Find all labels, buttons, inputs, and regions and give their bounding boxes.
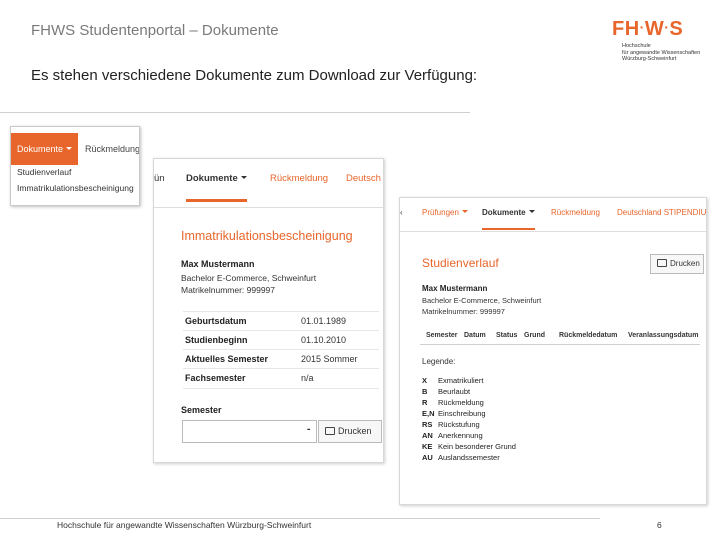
legend-item: RS Rückstufung (422, 420, 480, 429)
nav-item-pruefungen[interactable]: Prüfungen (422, 198, 468, 228)
student-matrikel: Matrikelnummer: 999997 (181, 285, 276, 295)
studienverlauf-panel: Studienverlauf Drucken Max Mustermann Ba… (406, 238, 704, 500)
student-name: Max Mustermann (422, 284, 488, 293)
chevron-down-icon (461, 210, 468, 213)
info-row: Fachsemester n/a (183, 368, 379, 389)
nav-item-rueckmeldung[interactable]: Rückmeldung (270, 159, 328, 199)
column-header: Rückmeldedatum (559, 332, 618, 339)
page-number: 6 (657, 520, 662, 530)
studienverlauf-screenshot: ‹ Prüfungen Dokumente Rückmeldung Deutsc… (399, 197, 707, 505)
footer-text: Hochschule für angewandte Wissenschaften… (57, 520, 312, 530)
print-button[interactable]: Drucken (650, 254, 704, 274)
column-header: Semester (426, 332, 458, 339)
column-header: Grund (524, 332, 545, 339)
tab-rueckmeldung[interactable]: Rückmeldung (85, 133, 139, 165)
nav-item-stipendium[interactable]: Deutschland STIPENDIU (617, 198, 706, 228)
divider-bottom (0, 518, 600, 519)
logo-text: Hochschule für angewandte Wissenschaften… (622, 43, 701, 62)
nav-bar: ün Dokumente Rückmeldung Deutsch (154, 159, 383, 208)
certificate-heading: Immatrikulationsbescheinigung (181, 229, 353, 243)
immatrikulation-screenshot: ün Dokumente Rückmeldung Deutsch Immatri… (153, 158, 384, 463)
dropdown-screenshot: Dokumente Rückmeldung Studienverlauf Imm… (10, 126, 140, 206)
menu-item-studienverlauf[interactable]: Studienverlauf (17, 167, 71, 177)
chevron-down-icon (528, 210, 535, 213)
nav-item-deutsch[interactable]: Deutsch (346, 159, 381, 199)
legend-item: X Exmatrikuliert (422, 376, 484, 385)
info-row: Studienbeginn 01.10.2010 (183, 330, 379, 350)
student-name: Max Mustermann (181, 259, 255, 269)
student-matrikel: Matrikelnummer: 999997 (422, 307, 505, 316)
legend-item: B Beurlaubt (422, 387, 471, 396)
legend-item: AN Anerkennung (422, 431, 483, 440)
student-program: Bachelor E-Commerce, Schweinfurt (422, 296, 542, 305)
column-header: Datum (464, 332, 486, 339)
legend-item: KE Kein besonderer Grund (422, 442, 516, 451)
legend-item: AU Auslandssemester (422, 453, 500, 462)
printer-icon (325, 427, 335, 435)
slide-title: FHWS Studentenportal – Dokumente (31, 22, 279, 39)
divider-top (0, 112, 470, 113)
chevron-down-icon (240, 176, 247, 179)
legend-title: Legende: (422, 357, 456, 366)
slide-subtitle: Es stehen verschiedene Dokumente zum Dow… (31, 67, 478, 84)
legend-item: R Rückmeldung (422, 398, 484, 407)
nav-item-rueckmeldung[interactable]: Rückmeldung (551, 198, 600, 228)
column-header: Veranlassungsdatum (628, 332, 699, 339)
legend-item: E,N Einschreibung (422, 409, 486, 418)
nav-item-dokumente[interactable]: Dokumente (186, 159, 247, 202)
printer-icon (657, 259, 667, 267)
logo-mark: FH·W·S (612, 18, 684, 40)
nav-item-chevron[interactable]: ‹ (400, 198, 403, 228)
column-header: Status (496, 332, 518, 339)
print-button[interactable]: Drucken (318, 420, 382, 443)
semester-label: Semester (181, 405, 222, 415)
studienverlauf-heading: Studienverlauf (422, 256, 499, 270)
menu-item-immatrikulationsbescheinigung[interactable]: Immatrikulationsbescheinigung (17, 183, 134, 193)
nav-item-partial[interactable]: ün (154, 159, 165, 199)
info-row: Geburtsdatum 01.01.1989 (183, 311, 379, 331)
select-arrow-icon[interactable]: - (307, 424, 310, 435)
nav-bar: ‹ Prüfungen Dokumente Rückmeldung Deutsc… (400, 198, 706, 232)
fhws-logo: FH·W·S Hochschule für angewandte Wissens… (612, 16, 707, 63)
info-row: Aktuelles Semester 2015 Sommer (183, 349, 379, 369)
table-divider (420, 344, 700, 345)
student-program: Bachelor E-Commerce, Schweinfurt (181, 273, 317, 283)
chevron-down-icon (66, 147, 73, 150)
semester-select[interactable] (182, 420, 317, 443)
nav-item-dokumente[interactable]: Dokumente (482, 198, 535, 230)
tab-dokumente[interactable]: Dokumente (11, 133, 78, 165)
